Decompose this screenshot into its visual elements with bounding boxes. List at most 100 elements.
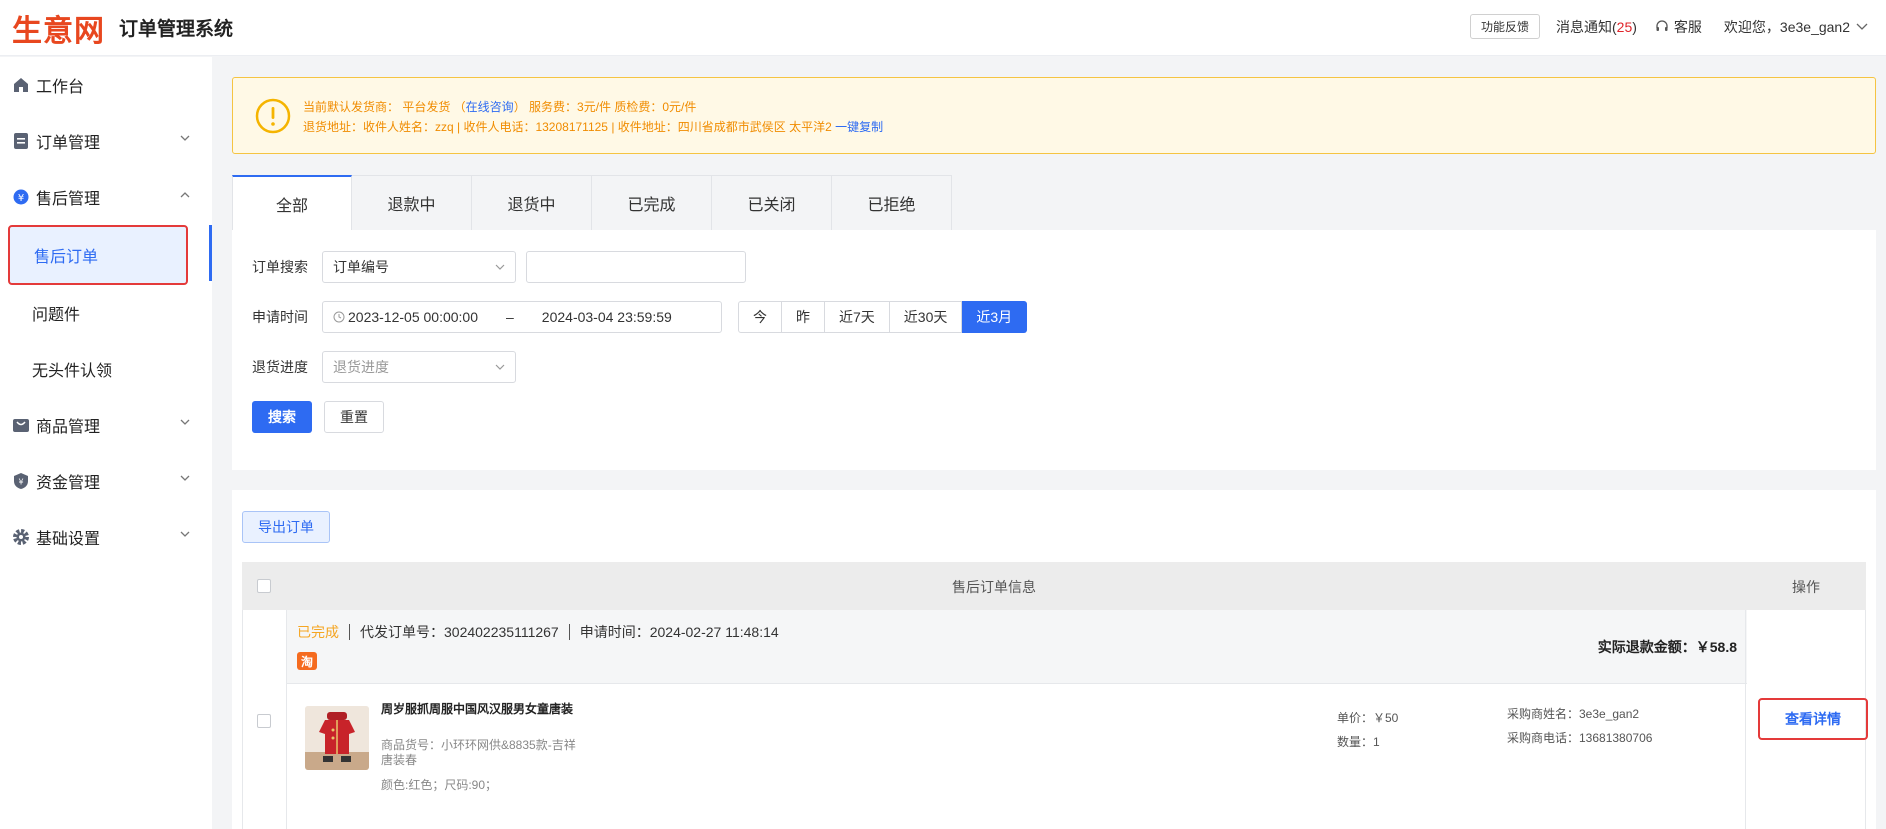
export-button[interactable]: 导出订单 <box>242 511 330 543</box>
sidebar-label-funds: 资金管理 <box>36 475 101 492</box>
divider <box>349 624 350 640</box>
chevron-down-icon <box>180 419 190 425</box>
messages-count: 25 <box>1616 18 1633 35</box>
search-button[interactable]: 搜索 <box>252 401 312 433</box>
order-checkbox[interactable] <box>257 714 271 728</box>
notice-line-1: 当前默认发货商： 平台发货 （在线咨询） 服务费：3元/件 质检费：0元/件 <box>303 98 696 115</box>
gear-icon <box>12 528 30 546</box>
quick-3months[interactable]: 近3月 <box>962 301 1028 333</box>
quantity: 数量：1 <box>1337 735 1380 749</box>
chevron-down-icon <box>495 364 505 370</box>
sidebar-item-settings[interactable]: 基础设置 <box>0 509 212 565</box>
quick-30days[interactable]: 近30天 <box>889 301 963 333</box>
product-image[interactable] <box>305 706 369 770</box>
search-label: 订单搜索 <box>252 259 308 275</box>
order-row: 已完成 代发订单号：302402235111267 申请时间：2024-02-2… <box>242 610 1868 829</box>
order-list-panel: 导出订单 售后订单信息 操作 已完成 代发订单号：302402235111267… <box>232 490 1876 829</box>
service-label: 客服 <box>1673 18 1702 35</box>
sidebar-label-problem: 问题件 <box>32 307 81 324</box>
sidebar-label-aftersale-orders: 售后订单 <box>34 249 99 266</box>
search-row: 订单搜索 订单编号 <box>252 251 746 283</box>
sidebar-item-aftersale-orders[interactable]: 售后订单 <box>8 225 188 285</box>
quick-today[interactable]: 今 <box>738 301 782 333</box>
clock-icon <box>333 311 345 323</box>
sidebar-item-goods[interactable]: 商品管理 <box>0 397 212 453</box>
notice-line-1-text: 当前默认发货商： 平台发货 （ <box>303 100 466 114</box>
end-date: 2024-03-04 23:59:59 <box>541 309 672 325</box>
tab-closed[interactable]: 已关闭 <box>712 175 832 231</box>
yen-icon: ¥ <box>12 188 30 206</box>
order-meta: 已完成 代发订单号：302402235111267 申请时间：2024-02-2… <box>297 622 779 642</box>
divider <box>568 624 570 640</box>
chevron-down-icon <box>495 264 505 270</box>
sidebar-item-funds[interactable]: ¥ 资金管理 <box>0 453 212 509</box>
order-header: 已完成 代发订单号：302402235111267 申请时间：2024-02-2… <box>287 610 1747 684</box>
column-header-info: 售后订单信息 <box>952 579 1036 595</box>
sidebar-label-workbench: 工作台 <box>36 79 85 96</box>
copy-link[interactable]: 一键复制 <box>835 120 883 134</box>
time-row: 申请时间 2023-12-05 00:00:00 – 2024-03-04 23… <box>252 301 1028 333</box>
sidebar-item-headless[interactable]: 无头件认领 <box>0 341 212 397</box>
product-sku: 商品货号：小环环网供&8835款-吉祥唐装春 <box>381 738 576 767</box>
svg-text:¥: ¥ <box>18 478 23 487</box>
order-checkbox-cell <box>243 610 287 829</box>
user-menu[interactable]: 欢迎您，3e3e_gan2 <box>1724 17 1868 37</box>
start-date: 2023-12-05 00:00:00 <box>348 309 478 325</box>
progress-select[interactable]: 退货进度 <box>322 351 516 383</box>
time-label: 申请时间 <box>252 309 308 325</box>
search-input[interactable] <box>526 251 746 283</box>
headset-icon <box>1656 19 1668 31</box>
progress-label: 退货进度 <box>252 359 308 375</box>
status-tabs: 全部 退款中 退货中 已完成 已关闭 已拒绝 <box>232 175 952 231</box>
bag-icon <box>12 416 30 434</box>
quick-7days[interactable]: 近7天 <box>825 301 890 333</box>
notice-banner: 当前默认发货商： 平台发货 （在线咨询） 服务费：3元/件 质检费：0元/件 退… <box>232 77 1876 154</box>
notice-line-2: 退货地址：收件人姓名：zzq | 收件人电话：13208171125 | 收件地… <box>303 118 883 135</box>
sidebar-item-orders[interactable]: 订单管理 <box>0 113 212 169</box>
sidebar-item-aftersale[interactable]: ¥ 售后管理 <box>0 169 212 225</box>
sidebar-item-problem[interactable]: 问题件 <box>0 285 212 341</box>
sidebar: 工作台 订单管理 ¥ 售后管理 售后订单 问题件 无头件认领 商品管理 ¥ 资金… <box>0 57 212 829</box>
operation-cell: 查看详情 <box>1745 610 1868 829</box>
sidebar-label-headless: 无头件认领 <box>32 363 113 380</box>
buyer-name: 采购商姓名：3e3e_gan2 <box>1507 707 1640 721</box>
taobao-icon: 淘 <box>297 652 317 670</box>
sidebar-label-aftersale: 售后管理 <box>36 191 101 208</box>
tab-refunding[interactable]: 退款中 <box>352 175 472 231</box>
logo[interactable]: 生意网 订单管理系统 <box>0 6 233 50</box>
consult-link[interactable]: 在线咨询 <box>466 100 514 114</box>
messages-link[interactable]: 消息通知(25) <box>1556 17 1637 37</box>
buyer-phone: 采购商电话：13681380706 <box>1507 731 1653 745</box>
return-address: 退货地址：收件人姓名：zzq | 收件人电话：13208171125 | 收件地… <box>303 120 832 134</box>
action-row: 搜索 重置 <box>252 401 384 433</box>
app-title: 订单管理系统 <box>119 19 234 40</box>
search-type-select[interactable]: 订单编号 <box>322 251 516 283</box>
reset-button[interactable]: 重置 <box>324 401 384 433</box>
welcome-text: 欢迎您，3e3e_gan2 <box>1723 18 1850 35</box>
active-indicator <box>209 225 212 281</box>
tab-all[interactable]: 全部 <box>232 175 352 231</box>
service-link[interactable]: 客服 <box>1655 17 1702 37</box>
date-range-picker[interactable]: 2023-12-05 00:00:00 – 2024-03-04 23:59:5… <box>322 301 722 333</box>
view-detail-button[interactable]: 查看详情 <box>1758 698 1868 740</box>
table-header: 售后订单信息 操作 <box>242 562 1866 610</box>
buyer-info: 采购商姓名：3e3e_gan2 采购商电话：13681380706 <box>1507 702 1652 750</box>
sidebar-label-orders: 订单管理 <box>36 135 101 152</box>
tab-rejected[interactable]: 已拒绝 <box>832 175 952 231</box>
range-separator: – <box>506 309 514 325</box>
unit-price: 单价：￥50 <box>1337 711 1399 725</box>
chevron-down-icon <box>180 135 190 141</box>
product-name[interactable]: 周岁服抓周服中国风汉服男女童唐装 <box>381 702 581 717</box>
sidebar-item-workbench[interactable]: 工作台 <box>0 57 212 113</box>
shield-icon: ¥ <box>12 472 30 490</box>
tab-returning[interactable]: 退货中 <box>472 175 592 231</box>
progress-row: 退货进度 退货进度 <box>252 351 516 383</box>
chevron-down-icon <box>180 475 190 481</box>
apply-time: 申请时间：2024-02-27 11:48:14 <box>579 624 779 640</box>
quick-yesterday[interactable]: 昨 <box>782 301 825 333</box>
tab-completed[interactable]: 已完成 <box>592 175 712 231</box>
feedback-button[interactable]: 功能反馈 <box>1469 14 1540 39</box>
svg-text:¥: ¥ <box>18 193 24 204</box>
proxy-order-number: 代发订单号：302402235111267 <box>360 624 559 640</box>
chevron-up-icon <box>180 192 190 198</box>
